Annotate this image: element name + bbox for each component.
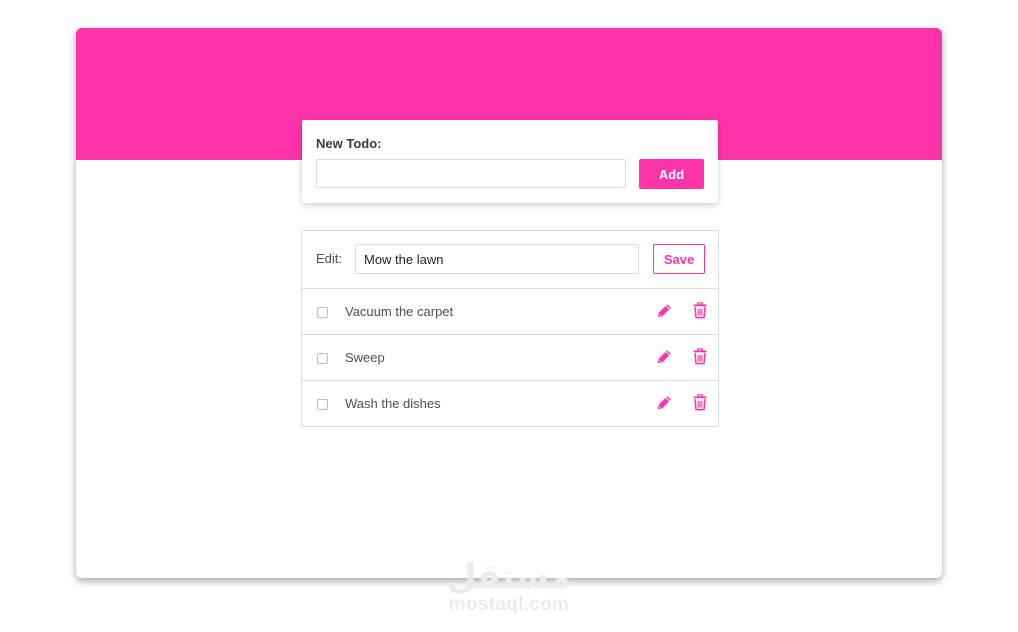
todo-item: Wash the dishes <box>302 381 718 426</box>
new-todo-label: New Todo: <box>316 136 382 151</box>
new-todo-input[interactable] <box>316 159 626 188</box>
todo-text: Vacuum the carpet <box>345 304 454 319</box>
watermark-domain: mostaql.com <box>448 594 570 615</box>
todo-text: Sweep <box>345 350 385 365</box>
todo-checkbox[interactable] <box>317 353 328 364</box>
pencil-icon[interactable] <box>656 395 672 411</box>
edit-label: Edit: <box>316 251 343 266</box>
app-window: New Todo: Add Edit: Save Vacuum the carp… <box>76 28 942 578</box>
todo-text: Wash the dishes <box>345 396 441 411</box>
todo-checkbox[interactable] <box>317 307 328 318</box>
todo-checkbox[interactable] <box>317 399 328 410</box>
save-button[interactable]: Save <box>653 244 705 274</box>
pencil-icon[interactable] <box>656 349 672 365</box>
svg-text:مستقل: مستقل <box>447 557 571 596</box>
add-button[interactable]: Add <box>639 159 704 189</box>
watermark: مستقل mostaql.com <box>0 556 1018 616</box>
trash-icon[interactable] <box>692 394 708 411</box>
todo-item: Sweep <box>302 335 718 381</box>
pencil-icon[interactable] <box>656 303 672 319</box>
trash-icon[interactable] <box>692 302 708 319</box>
trash-icon[interactable] <box>692 348 708 365</box>
edit-row: Edit: Save <box>302 231 718 289</box>
todo-item: Vacuum the carpet <box>302 289 718 335</box>
todo-list: Edit: Save Vacuum the carpet Sweep <box>301 230 719 427</box>
new-todo-card: New Todo: Add <box>302 120 718 203</box>
mostaql-logo: مستقل <box>447 557 571 596</box>
edit-input[interactable] <box>355 244 639 274</box>
